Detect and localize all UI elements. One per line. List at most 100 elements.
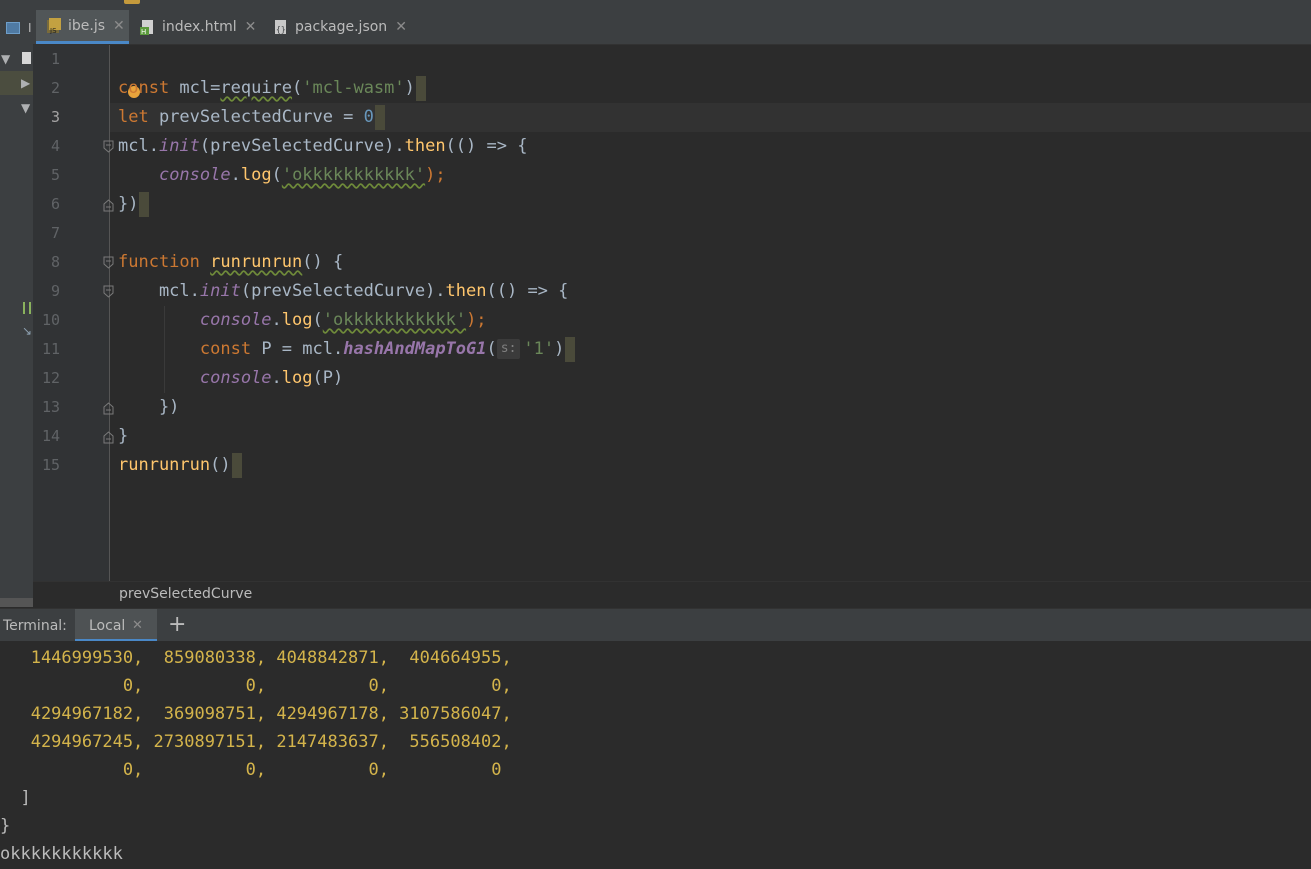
line-number: 5 [50,166,60,184]
fold-open-icon[interactable] [103,285,115,299]
tab-label: ibe.js [68,17,106,34]
code-token: log [240,165,272,185]
text-caret [374,104,385,130]
code-token: function [118,252,200,272]
code-token: P = mcl. [251,339,344,359]
code-token: console [199,368,272,388]
code-line-13[interactable]: }) [118,393,179,422]
code-line-3[interactable]: let prevSelectedCurve = 0 [118,103,385,132]
tab-terminal-local[interactable]: Local ✕ [75,609,157,642]
code-token: . [271,368,282,388]
code-token: prevSelectedCurve = [148,107,364,127]
line-number: 13 [41,398,60,416]
close-icon[interactable]: ✕ [132,618,143,633]
sidebar-scrollbar[interactable] [0,598,33,607]
code-token: then [404,136,446,156]
code-token: runrunrun [118,455,211,475]
diff-icon[interactable]: ↘ [22,324,32,338]
code-token: init [199,281,241,301]
tab-label: package.json [295,19,388,35]
tab-label: index.html [162,19,237,35]
file-icon [22,52,31,64]
code-line-12[interactable]: console.log(P) [118,364,343,393]
code-line-5[interactable]: console.log('okkkkkkkkkkk'); [118,161,446,190]
terminal-output[interactable]: 1446999530, 859080338, 4048842871, 40466… [0,641,1311,869]
code-token: ( [271,165,282,185]
line-end-marker [231,452,242,478]
expand-arrow-icon[interactable]: ▼ [1,52,10,66]
parameter-hint: s: [496,339,521,359]
project-window-icon[interactable] [6,22,20,34]
code-line-10[interactable]: console.log('okkkkkkkkkkk'); [118,306,487,335]
line-number: 2 [50,79,60,97]
project-sidebar: I ▼ ▶ ▼ ↘ [0,10,34,607]
expand-arrow-icon[interactable]: ▼ [21,101,30,115]
close-icon[interactable]: ✕ [245,19,257,35]
code-token: }) [118,397,180,417]
code-line-8[interactable]: function runrunrun() { [118,248,343,277]
svg-text:JS: JS [49,27,57,34]
new-terminal-tab-icon[interactable]: + [168,612,186,637]
fold-close-icon[interactable] [103,401,115,415]
code-line-15[interactable]: runrunrun() [118,451,242,480]
fold-open-icon[interactable] [103,256,115,270]
code-token: mcl= [169,78,221,98]
code-token: then [445,281,487,301]
terminal-line: ] [0,788,31,808]
structure-icon[interactable] [23,302,31,314]
code-token: log [281,368,313,388]
code-line-6[interactable]: }) [118,190,150,219]
collapsed-arrow-icon[interactable]: ▶ [21,76,30,90]
code-token: . [230,165,241,185]
close-icon[interactable]: ✕ [395,19,407,35]
svg-text:H: H [141,28,146,35]
line-number: 12 [41,369,60,387]
line-number: 10 [41,311,60,329]
js-file-icon: JS [46,17,62,35]
line-number: 3 [50,108,60,126]
code-token: console [199,310,272,330]
terminal-line: 0, 0, 0, 0 [0,760,502,780]
line-number: 15 [41,456,60,474]
fold-close-icon[interactable] [103,198,115,212]
tab-package-json[interactable]: {} package.json ✕ [273,10,407,44]
code-token: () [210,455,231,475]
tab-ibe-js[interactable]: JS ibe.js ✕ [36,10,129,44]
code-token: (prevSelectedCurve). [199,136,405,156]
line-number: 9 [50,282,60,300]
code-token: runrunrun [210,252,303,272]
code-token: let [118,107,149,127]
code-token: 'okkkkkkkkkkk' [322,310,467,330]
code-line-11[interactable]: const P = mcl.hashAndMapToG1(s: '1') [118,335,576,364]
line-end-marker [415,75,426,101]
breadcrumb-item[interactable]: prevSelectedCurve [119,586,252,602]
fold-close-icon[interactable] [103,430,115,444]
code-token: log [281,310,313,330]
tab-index-html[interactable]: H index.html ✕ [140,10,256,44]
code-line-4[interactable]: mcl.init(prevSelectedCurve).then(() => { [118,132,527,161]
line-number: 1 [50,50,60,68]
terminal-line: } [0,816,11,836]
code-line-2[interactable]: const mcl=require('mcl-wasm') [118,74,426,103]
line-number: 6 [50,195,60,213]
fold-open-icon[interactable] [103,140,115,154]
code-token: const [199,339,252,359]
line-end-marker [139,191,150,217]
sidebar-label: I [28,21,32,35]
code-line-14[interactable]: } [118,422,128,451]
code-token: }) [118,194,139,214]
close-icon[interactable]: ✕ [113,18,125,34]
code-token: mcl. [118,281,200,301]
code-token: require [220,78,293,98]
html-file-icon: H [140,19,156,36]
code-token: ( [486,339,497,359]
code-token: (P) [312,368,344,388]
code-line-9[interactable]: mcl.init(prevSelectedCurve).then(() => { [118,277,568,306]
code-token: (() => { [445,136,528,156]
editor-tab-bar: JS ibe.js ✕ H index.html ✕ {} package.js… [33,10,1311,45]
line-number: 14 [41,427,60,445]
code-token: const [118,78,170,98]
